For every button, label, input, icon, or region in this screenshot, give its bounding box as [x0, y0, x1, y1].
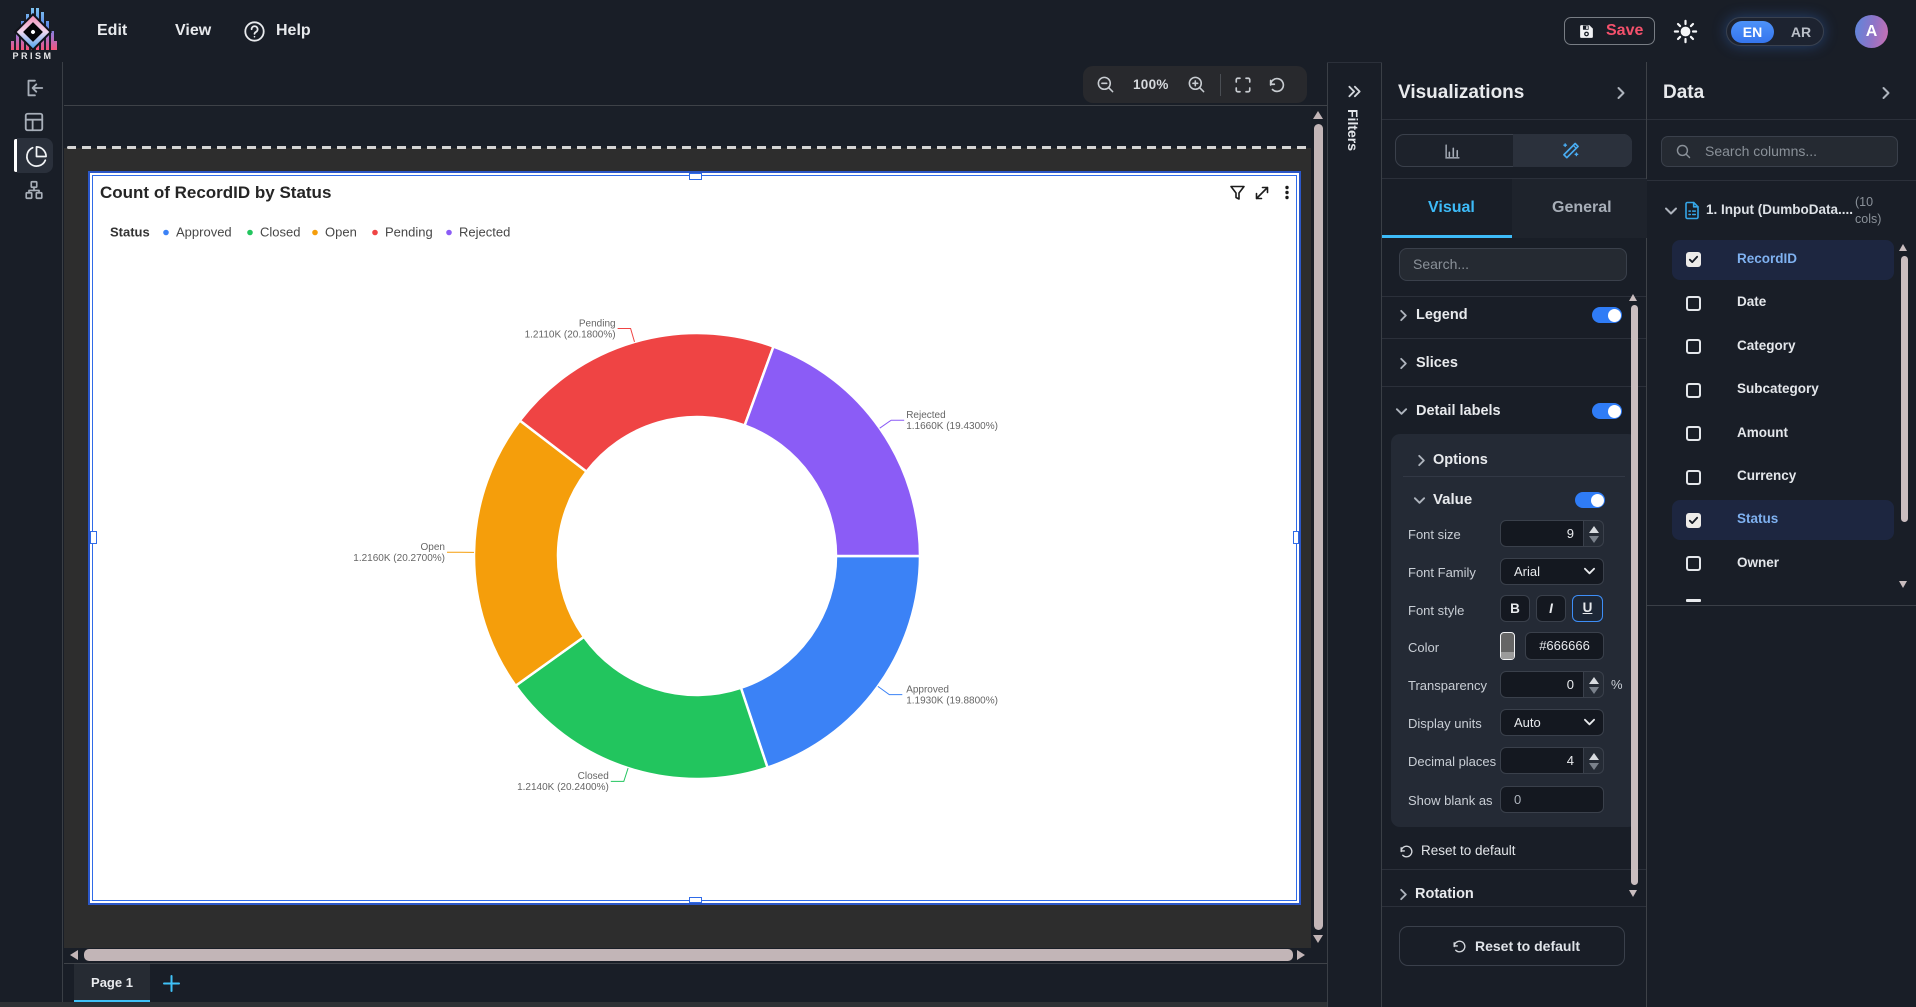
svg-text:PRISM: PRISM — [12, 51, 53, 61]
svg-text:Open: Open — [421, 542, 445, 553]
svg-text:Rejected: Rejected — [459, 225, 510, 240]
svg-text:Count of RecordID by Status: Count of RecordID by Status — [100, 183, 331, 202]
svg-text:1.1930K (19.8800%): 1.1930K (19.8800%) — [906, 695, 998, 706]
svg-text:1.2160K (20.2700%): 1.2160K (20.2700%) — [353, 553, 445, 564]
svg-text:Approved: Approved — [176, 225, 232, 240]
svg-text:1.1660K (19.4300%): 1.1660K (19.4300%) — [906, 421, 998, 432]
svg-text:Open: Open — [325, 225, 357, 240]
svg-text:Approved: Approved — [906, 684, 949, 695]
svg-text:Closed: Closed — [578, 771, 609, 782]
svg-text:1.2140K (20.2400%): 1.2140K (20.2400%) — [517, 782, 609, 793]
svg-text:1.2110K (20.1800%): 1.2110K (20.1800%) — [525, 329, 616, 340]
svg-text:Pending: Pending — [579, 318, 616, 329]
svg-text:Pending: Pending — [385, 225, 433, 240]
svg-text:Rejected: Rejected — [906, 410, 945, 421]
svg-text:Status: Status — [110, 225, 150, 240]
svg-text:Closed: Closed — [260, 225, 300, 240]
